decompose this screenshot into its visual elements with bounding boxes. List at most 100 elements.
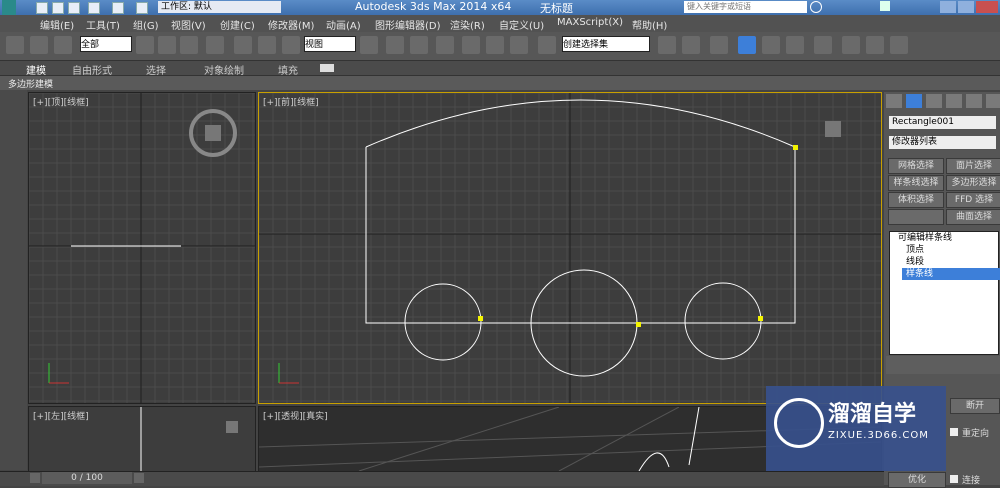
reorient-checkbox[interactable] bbox=[950, 428, 958, 436]
edit-named-selection-icon[interactable] bbox=[538, 36, 556, 54]
save-file-icon[interactable] bbox=[68, 2, 80, 14]
viewport-top-label[interactable]: [+][顶][线框] bbox=[33, 95, 89, 108]
search-input[interactable]: 键入关键字或短语 bbox=[684, 1, 807, 13]
stack-subobject-item[interactable]: 样条线 bbox=[902, 268, 1000, 280]
break-button[interactable]: 断开 bbox=[950, 398, 1000, 414]
circle-spline-right[interactable] bbox=[684, 282, 762, 360]
viewport-left-label[interactable]: [+][左][线框] bbox=[33, 409, 89, 422]
modifier-button[interactable]: 曲面选择 bbox=[946, 209, 1000, 225]
app-logo-icon[interactable] bbox=[2, 0, 16, 15]
percent-snap-icon[interactable] bbox=[486, 36, 504, 54]
viewport-front-label[interactable]: [+][前][线框] bbox=[263, 95, 319, 108]
schematic-view-icon[interactable] bbox=[786, 36, 804, 54]
modifier-button[interactable]: 体积选择 bbox=[888, 192, 944, 208]
vertex-handle[interactable] bbox=[478, 316, 483, 321]
stack-subobject-item[interactable]: 顶点 bbox=[902, 244, 1000, 256]
hierarchy-tab-icon[interactable] bbox=[926, 94, 942, 108]
render-frame-icon[interactable] bbox=[866, 36, 884, 54]
utilities-tab-icon[interactable] bbox=[986, 94, 1000, 108]
stack-item-editable-spline[interactable]: 可编辑样条线 bbox=[894, 232, 1000, 244]
modifier-button[interactable]: FFD 选择 bbox=[946, 192, 1000, 208]
timeline-prev-button[interactable] bbox=[30, 473, 40, 483]
reference-coordinate-dropdown[interactable]: 视图 bbox=[304, 36, 356, 52]
modifier-button[interactable]: 网格选择 bbox=[888, 158, 944, 174]
workspace-dropdown[interactable]: 工作区: 默认 bbox=[158, 1, 281, 13]
viewcube-icon[interactable] bbox=[825, 121, 841, 137]
ribbon-tab[interactable]: 建模 bbox=[26, 62, 46, 77]
modifier-button[interactable] bbox=[888, 209, 944, 225]
material-editor-icon[interactable] bbox=[814, 36, 832, 54]
modify-tab-icon[interactable] bbox=[906, 94, 922, 108]
help-icon[interactable] bbox=[880, 1, 890, 11]
spinner-snap-icon[interactable] bbox=[510, 36, 528, 54]
layer-manager-icon[interactable] bbox=[710, 36, 728, 54]
maximize-button[interactable] bbox=[958, 1, 974, 13]
scale-icon[interactable] bbox=[282, 36, 300, 54]
vertex-handle[interactable] bbox=[793, 145, 798, 150]
select-object-icon[interactable] bbox=[136, 36, 154, 54]
circle-spline-left[interactable] bbox=[404, 283, 482, 361]
link-icon[interactable] bbox=[6, 36, 24, 54]
redo-icon[interactable] bbox=[112, 2, 124, 14]
connect-checkbox[interactable] bbox=[950, 475, 958, 483]
viewport-perspective-label[interactable]: [+][透视][真实] bbox=[263, 409, 328, 422]
viewcube-icon[interactable] bbox=[226, 421, 238, 433]
mirror-icon[interactable] bbox=[658, 36, 676, 54]
rotate-icon[interactable] bbox=[258, 36, 276, 54]
select-by-name-icon[interactable] bbox=[158, 36, 176, 54]
menu-item[interactable]: 图形编辑器(D) bbox=[375, 17, 441, 32]
motion-tab-icon[interactable] bbox=[946, 94, 962, 108]
snap-toggle-icon[interactable] bbox=[436, 36, 454, 54]
ribbon-options-icon[interactable] bbox=[320, 64, 334, 72]
viewport-front[interactable]: [+][前][线框] bbox=[258, 92, 882, 404]
open-file-icon[interactable] bbox=[52, 2, 64, 14]
menu-item[interactable]: 编辑(E) bbox=[40, 17, 74, 32]
menu-item[interactable]: 工具(T) bbox=[86, 17, 120, 32]
modifier-button[interactable]: 面片选择 bbox=[946, 158, 1000, 174]
render-production-icon[interactable] bbox=[890, 36, 908, 54]
curve-editor-icon[interactable] bbox=[762, 36, 780, 54]
pivot-center-icon[interactable] bbox=[360, 36, 378, 54]
create-tab-icon[interactable] bbox=[886, 94, 902, 108]
render-setup-icon[interactable] bbox=[842, 36, 860, 54]
menu-item[interactable]: 渲染(R) bbox=[450, 17, 485, 32]
viewport-left[interactable]: [+][左][线框] bbox=[28, 406, 256, 472]
viewcube-icon[interactable] bbox=[205, 125, 221, 141]
rectangle-selection-icon[interactable] bbox=[180, 36, 198, 54]
keyboard-shortcut-icon[interactable] bbox=[410, 36, 428, 54]
bind-space-warp-icon[interactable] bbox=[54, 36, 72, 54]
ribbon-tab[interactable]: 对象绘制 bbox=[204, 62, 244, 77]
angle-snap-icon[interactable] bbox=[462, 36, 480, 54]
ribbon-tab[interactable]: 自由形式 bbox=[72, 62, 112, 77]
modifier-list-dropdown[interactable]: 修改器列表 bbox=[889, 136, 996, 149]
vertex-handle[interactable] bbox=[758, 316, 763, 321]
vertex-handle[interactable] bbox=[636, 322, 641, 327]
modifier-button[interactable]: 多边形选择 bbox=[946, 175, 1000, 191]
ribbon-tab[interactable]: 选择 bbox=[146, 62, 166, 77]
menu-item[interactable]: 组(G) bbox=[133, 17, 159, 32]
unlink-icon[interactable] bbox=[30, 36, 48, 54]
object-name-field[interactable]: Rectangle001 bbox=[889, 116, 996, 129]
display-tab-icon[interactable] bbox=[966, 94, 982, 108]
menu-item[interactable]: 帮助(H) bbox=[632, 17, 667, 32]
window-crossing-icon[interactable] bbox=[206, 36, 224, 54]
optimize-button[interactable]: 优化 bbox=[888, 472, 946, 488]
move-icon[interactable] bbox=[234, 36, 252, 54]
timeline-next-button[interactable] bbox=[134, 473, 144, 483]
search-icon[interactable] bbox=[810, 1, 822, 13]
minimize-button[interactable] bbox=[940, 1, 956, 13]
menu-item[interactable]: 创建(C) bbox=[220, 17, 255, 32]
undo-icon[interactable] bbox=[88, 2, 100, 14]
viewport-top[interactable]: [+][顶][线框] bbox=[28, 92, 256, 404]
project-folder-icon[interactable] bbox=[136, 2, 148, 14]
timeline-slider[interactable]: 0 / 100 bbox=[42, 472, 132, 484]
menu-item[interactable]: MAXScript(X) bbox=[557, 17, 623, 28]
align-icon[interactable] bbox=[682, 36, 700, 54]
ribbon-subtitle[interactable]: 多边形建模 bbox=[8, 77, 53, 90]
stack-subobject-item[interactable]: 线段 bbox=[902, 256, 1000, 268]
close-button[interactable] bbox=[976, 1, 998, 13]
menu-item[interactable]: 修改器(M) bbox=[268, 17, 314, 32]
menu-item[interactable]: 自定义(U) bbox=[499, 17, 544, 32]
menu-item[interactable]: 动画(A) bbox=[326, 17, 361, 32]
menu-item[interactable]: 视图(V) bbox=[171, 17, 206, 32]
